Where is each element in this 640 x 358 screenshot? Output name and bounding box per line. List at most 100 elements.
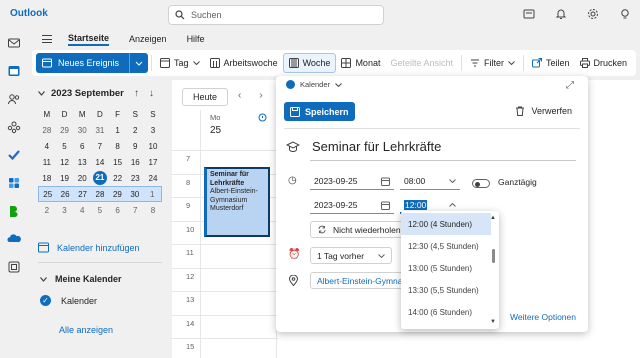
location-chip[interactable]: Albert-Einstein-Gymnasium <box>310 272 404 289</box>
minical-day[interactable]: 29 <box>56 126 74 135</box>
app-title[interactable]: Outlook <box>10 8 48 19</box>
minical-day[interactable]: 3 <box>56 206 74 215</box>
minical-day[interactable]: 29 <box>109 190 126 199</box>
previous-icon[interactable]: ‹ <box>238 90 241 101</box>
time-option[interactable]: 12:00 (4 Stunden) <box>401 213 491 235</box>
reminder-dropdown[interactable]: 1 Tag vorher <box>310 247 393 264</box>
next-icon[interactable]: › <box>259 90 262 101</box>
work-week-button[interactable]: Arbeitswoche <box>205 53 283 73</box>
groups-icon[interactable] <box>7 120 21 134</box>
save-button[interactable]: Speichern <box>284 102 355 121</box>
scrollbar-thumb[interactable] <box>492 249 495 263</box>
all-day-toggle[interactable] <box>472 179 490 188</box>
checkmark-icon[interactable]: ✓ <box>40 295 51 306</box>
minical-day[interactable]: 10 <box>144 142 162 151</box>
show-all-link[interactable]: Alle anzeigen <box>59 325 113 335</box>
arrow-down-icon[interactable]: ↓ <box>149 88 154 99</box>
office-icon[interactable] <box>7 176 21 190</box>
minical-day[interactable]: 12 <box>56 158 74 167</box>
bookings-icon[interactable] <box>7 204 21 218</box>
minical-day[interactable]: 1 <box>109 126 127 135</box>
lightbulb-icon[interactable] <box>618 7 632 21</box>
time-option[interactable]: 14:00 (6 Stunden) <box>401 301 491 323</box>
search-input[interactable]: Suchen <box>191 10 222 20</box>
minical-day[interactable]: 19 <box>56 174 74 183</box>
minical-day[interactable]: 30 <box>126 190 143 199</box>
minical-day[interactable]: 21 <box>92 171 107 185</box>
time-option[interactable]: 13:00 (5 Stunden) <box>401 257 491 279</box>
tab-hilfe[interactable]: Hilfe <box>187 34 205 44</box>
my-day-icon[interactable] <box>522 7 536 21</box>
todo-icon[interactable] <box>7 148 21 162</box>
mail-icon[interactable] <box>7 36 21 50</box>
minical-day[interactable]: 8 <box>144 206 162 215</box>
day-view-button[interactable]: Tag <box>155 53 205 73</box>
minical-day[interactable]: 4 <box>73 206 91 215</box>
minical-day[interactable]: 25 <box>39 190 56 199</box>
minical-day[interactable]: 20 <box>73 174 91 183</box>
minical-day[interactable]: 31 <box>91 126 109 135</box>
minical-day[interactable]: 6 <box>109 206 127 215</box>
calendar-event[interactable]: Seminar für Lehrkräfte Albert-Einstein- … <box>204 167 270 237</box>
minical-day[interactable]: 5 <box>91 206 109 215</box>
tab-startseite[interactable]: Startseite <box>68 33 110 46</box>
minical-day[interactable]: 7 <box>91 142 109 151</box>
time-option[interactable]: 12:30 (4,5 Stunden) <box>401 235 491 257</box>
time-option[interactable]: 13:30 (5,5 Stunden) <box>401 279 491 301</box>
minical-day[interactable]: 7 <box>126 206 144 215</box>
minical-day[interactable]: 13 <box>73 158 91 167</box>
add-calendar-link[interactable]: Kalender hinzufügen <box>38 242 140 253</box>
new-event-button[interactable]: Neues Ereignis <box>36 53 149 73</box>
month-view-button[interactable]: Monat <box>336 53 385 73</box>
chevron-down-icon[interactable] <box>38 91 45 96</box>
minical-day[interactable]: 2 <box>38 206 56 215</box>
share-button[interactable]: Teilen <box>527 53 575 73</box>
minical-day[interactable]: 23 <box>126 174 144 183</box>
hamburger-menu-icon[interactable] <box>42 35 52 43</box>
minical-day[interactable]: 26 <box>56 190 73 199</box>
gear-icon[interactable] <box>586 7 600 21</box>
minical-day[interactable]: 15 <box>109 158 127 167</box>
repeat-dropdown[interactable]: Nicht wiederholen <box>310 221 408 238</box>
people-icon[interactable] <box>7 92 21 106</box>
minical-day[interactable]: 11 <box>38 158 56 167</box>
filter-button[interactable]: Filter <box>465 53 520 73</box>
minical-day[interactable]: 28 <box>91 190 108 199</box>
bell-icon[interactable] <box>554 7 568 21</box>
calendar-list-item[interactable]: ✓ Kalender <box>40 295 97 306</box>
minical-day[interactable]: 24 <box>144 174 162 183</box>
minical-day[interactable]: 5 <box>56 142 74 151</box>
week-view-button[interactable]: Woche <box>282 53 337 73</box>
start-date-field[interactable]: 2023-09-25 <box>310 173 394 190</box>
minical-day[interactable]: 9 <box>126 142 144 151</box>
start-time-field[interactable]: 08:00 <box>400 173 460 190</box>
apps-icon[interactable] <box>7 260 21 274</box>
minical-day[interactable]: 6 <box>73 142 91 151</box>
new-event-dropdown[interactable] <box>130 61 148 66</box>
my-calendars-header[interactable]: Meine Kalender <box>40 274 122 284</box>
calendar-selector[interactable]: Kalender <box>286 80 342 89</box>
minical-day[interactable]: 27 <box>74 190 91 199</box>
search-box[interactable]: Suchen <box>168 5 384 25</box>
arrow-up-icon[interactable]: ↑ <box>134 88 139 99</box>
more-options-link[interactable]: Weitere Optionen <box>510 312 576 322</box>
minical-day[interactable]: 16 <box>126 158 144 167</box>
end-date-field[interactable]: 2023-09-25 <box>310 197 394 214</box>
tab-anzeigen[interactable]: Anzeigen <box>129 34 167 44</box>
discard-button[interactable]: Verwerfen <box>515 106 572 116</box>
onedrive-icon[interactable] <box>7 232 21 246</box>
minical-day[interactable]: 28 <box>38 126 56 135</box>
event-title-input[interactable]: Seminar für Lehrkräfte <box>312 139 441 154</box>
minical-day[interactable]: 3 <box>144 126 162 135</box>
print-button[interactable]: Drucken <box>575 53 633 73</box>
today-button[interactable]: Heute <box>182 88 229 106</box>
calendar-icon[interactable] <box>7 64 21 78</box>
day-header[interactable]: Mo 25 <box>210 113 221 136</box>
minical-day[interactable]: 30 <box>73 126 91 135</box>
minical-day[interactable]: 18 <box>38 174 56 183</box>
expand-icon[interactable]: ⤢ <box>566 80 574 91</box>
minical-day[interactable]: 22 <box>109 174 127 183</box>
minical-day[interactable]: 4 <box>38 142 56 151</box>
minical-day[interactable]: 1 <box>144 190 161 199</box>
minical-title[interactable]: 2023 September <box>51 88 124 99</box>
